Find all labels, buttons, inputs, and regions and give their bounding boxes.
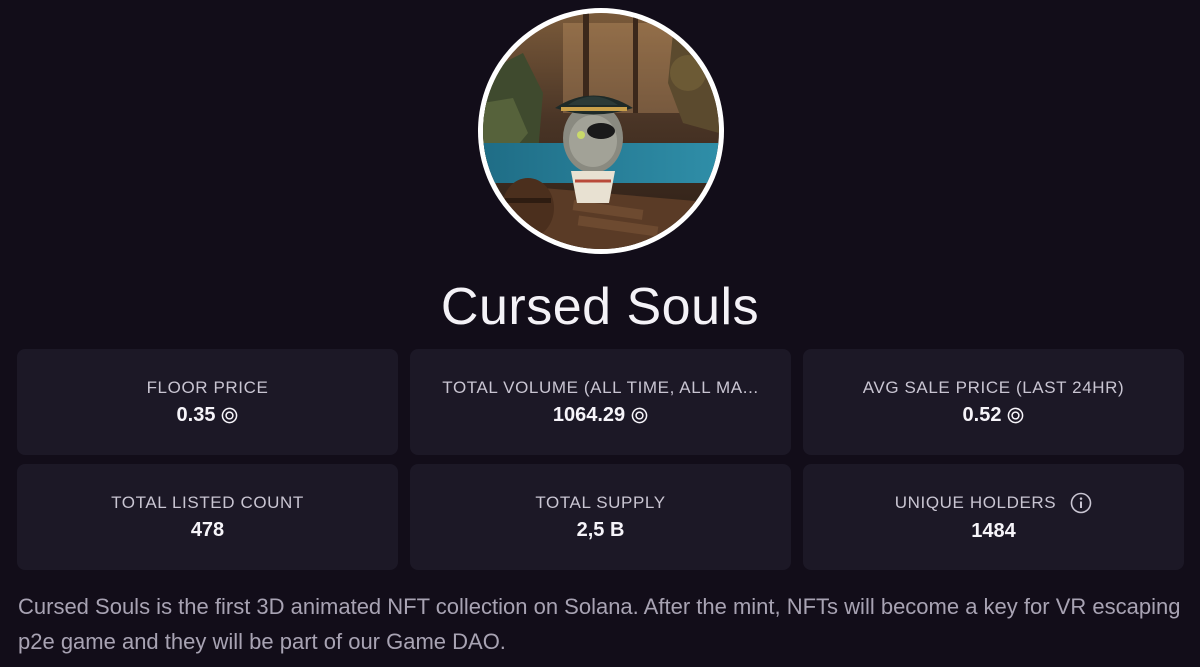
stat-label: TOTAL SUPPLY	[535, 492, 666, 512]
stat-label: TOTAL LISTED COUNT	[111, 492, 304, 512]
solana-icon	[631, 407, 648, 423]
stat-value-row: 2,5 B	[577, 519, 625, 542]
stat-value: 0.52	[962, 403, 1002, 426]
stat-card-avg-sale-price: AVG SALE PRICE (LAST 24HR) 0.52	[803, 349, 1184, 455]
stat-label-row: AVG SALE PRICE (LAST 24HR)	[863, 378, 1125, 398]
stat-label-row: TOTAL LISTED COUNT	[111, 493, 304, 513]
solana-icon	[222, 407, 238, 423]
stat-value: 0.35	[176, 403, 216, 426]
info-icon[interactable]	[1070, 492, 1092, 514]
stat-value-row: 1064.29	[553, 404, 648, 427]
stat-card-floor-price: FLOOR PRICE 0.35	[17, 349, 398, 455]
stat-value: 1064.29	[552, 403, 626, 426]
stat-card-unique-holders: UNIQUE HOLDERS 1484	[803, 464, 1184, 570]
stat-label: AVG SALE PRICE (LAST 24HR)	[862, 377, 1125, 397]
stat-label-row: TOTAL VOLUME (ALL TIME, ALL MA...	[442, 378, 758, 398]
avatar-image	[483, 13, 719, 249]
stat-card-total-supply: TOTAL SUPPLY 2,5 B	[410, 464, 791, 570]
collection-title: Cursed Souls	[440, 278, 760, 336]
collection-page: Cursed Souls FLOOR PRICE 0.35 TOTAL VOLU…	[0, 0, 1200, 667]
stat-card-total-listed-count: TOTAL LISTED COUNT 478	[17, 464, 398, 570]
stat-value-row: 0.52	[963, 404, 1025, 427]
stat-label: TOTAL VOLUME (ALL TIME, ALL MA...	[442, 377, 759, 397]
stat-value-row: 478	[191, 519, 224, 542]
collection-avatar	[478, 8, 724, 254]
stat-label: UNIQUE HOLDERS	[894, 492, 1057, 512]
stat-value-row: 0.35	[177, 404, 239, 427]
stat-label-row: FLOOR PRICE	[147, 378, 269, 398]
stat-card-total-volume: TOTAL VOLUME (ALL TIME, ALL MA... 1064.2…	[410, 349, 791, 455]
stat-value: 2,5 B	[576, 518, 625, 541]
stat-value: 1484	[971, 519, 1016, 542]
collection-description: Cursed Souls is the first 3D animated NF…	[18, 594, 1181, 654]
stat-value: 478	[190, 518, 225, 541]
solana-icon	[1008, 407, 1024, 423]
stat-value-row: 1484	[971, 520, 1016, 543]
stats-grid: FLOOR PRICE 0.35 TOTAL VOLUME (ALL TIME,…	[17, 349, 1184, 570]
stat-label: FLOOR PRICE	[146, 377, 269, 397]
stat-label-row: UNIQUE HOLDERS	[895, 492, 1092, 514]
stat-label-row: TOTAL SUPPLY	[535, 493, 665, 513]
